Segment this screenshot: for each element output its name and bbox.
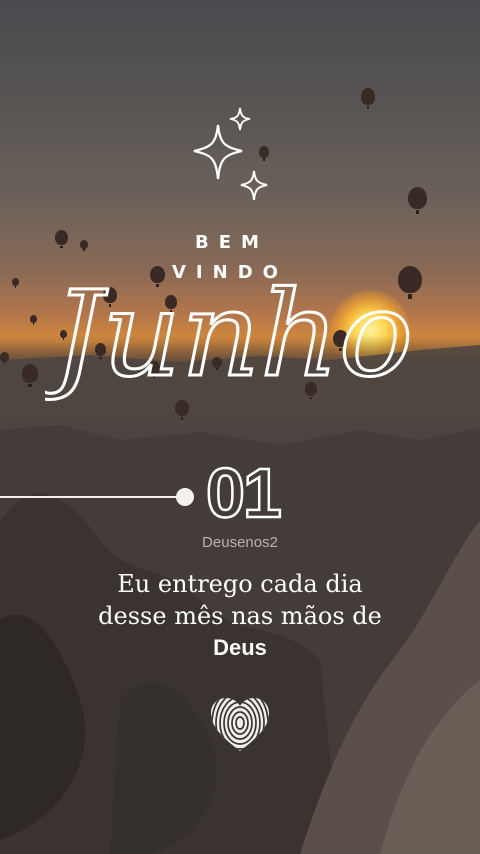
sparkle-stars-icon — [193, 107, 268, 201]
timeline-line — [0, 496, 182, 498]
month-script-lettering: Junho — [45, 264, 415, 405]
day-number: 01 — [205, 454, 283, 533]
hot-air-balloon — [22, 364, 38, 388]
hot-air-balloon — [55, 230, 68, 249]
story-card: BEM VINDO Junho 01 Deusenos2 Eu entrego … — [0, 0, 480, 854]
message-emphasis: Deus — [213, 635, 267, 660]
welcome-line-1: BEM — [195, 232, 269, 253]
month-script-text: Junho — [45, 265, 413, 403]
hot-air-balloon — [80, 240, 88, 251]
hot-air-balloon — [0, 352, 9, 365]
hot-air-balloon — [408, 187, 427, 214]
hot-air-balloon — [12, 278, 19, 288]
devotional-message: Eu entrego cada dia desse mês nas mãos d… — [0, 568, 480, 664]
author-handle: Deusenos2 — [202, 534, 278, 551]
message-line-1: Eu entrego cada dia — [117, 570, 363, 598]
hot-air-balloon — [361, 88, 375, 109]
heart-fingerprint-icon — [211, 698, 269, 751]
hot-air-balloon — [30, 315, 37, 325]
message-line-2: desse mês nas mãos de — [98, 602, 382, 630]
timeline-dot — [176, 488, 194, 506]
